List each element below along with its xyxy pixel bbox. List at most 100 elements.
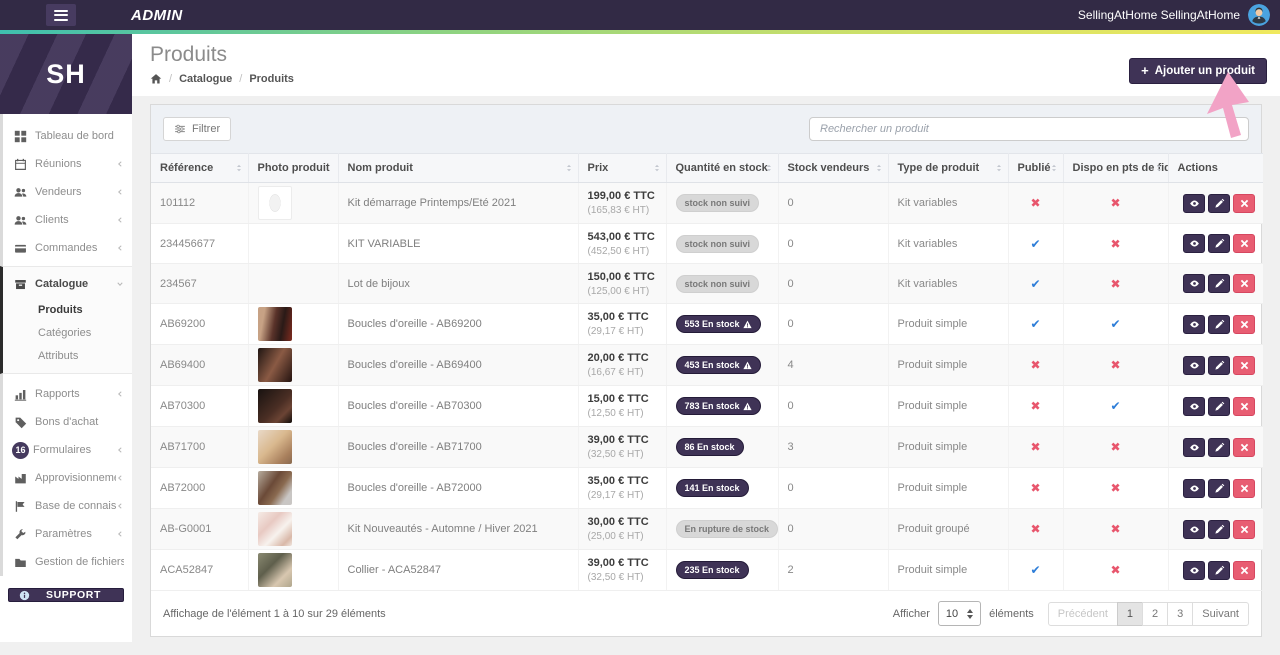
- cell-vendor-stock: 3: [778, 426, 889, 468]
- delete-button[interactable]: [1233, 193, 1255, 213]
- sort-icon: [564, 163, 574, 173]
- edit-button[interactable]: [1208, 396, 1230, 416]
- column-header-type-de-produit[interactable]: Type de produit: [888, 153, 1009, 183]
- pagination-next[interactable]: Suivant: [1192, 601, 1249, 626]
- column-header-nom-produit[interactable]: Nom produit: [338, 153, 579, 183]
- edit-button[interactable]: [1208, 314, 1230, 334]
- hamburger-menu-button[interactable]: [46, 4, 76, 26]
- sidebar-item-produits[interactable]: Produits: [3, 298, 132, 321]
- edit-button[interactable]: [1208, 355, 1230, 375]
- add-product-button[interactable]: + Ajouter un produit: [1129, 58, 1267, 84]
- sidebar-item-reunions[interactable]: Réunions: [3, 150, 132, 178]
- delete-button[interactable]: [1233, 314, 1255, 334]
- support-button[interactable]: SUPPORT: [8, 588, 124, 602]
- sidebar-item-approvisionnement[interactable]: Approvisionnement: [3, 464, 132, 492]
- cell-photo: [248, 344, 339, 386]
- delete-button[interactable]: [1233, 560, 1255, 580]
- view-button[interactable]: [1183, 437, 1205, 457]
- sidebar-item-base-de-connaissances[interactable]: Base de connaissances: [3, 492, 132, 520]
- delete-button[interactable]: [1233, 355, 1255, 375]
- sidebar-item-bons-d-achat[interactable]: Bons d'achat: [3, 408, 132, 436]
- sidebar-item-gestion-de-fichiers[interactable]: Gestion de fichiers: [3, 548, 132, 576]
- view-button[interactable]: [1183, 355, 1205, 375]
- delete-button[interactable]: [1233, 274, 1255, 293]
- cell-type: Produit simple: [888, 549, 1009, 591]
- sort-icon: [652, 163, 662, 173]
- view-button[interactable]: [1183, 193, 1205, 213]
- delete-button[interactable]: [1233, 437, 1255, 457]
- view-button[interactable]: [1183, 234, 1205, 253]
- edit-button[interactable]: [1208, 193, 1230, 213]
- chart-icon: [14, 388, 28, 401]
- pagination-page-3[interactable]: 3: [1167, 601, 1194, 626]
- filter-button[interactable]: Filtrer: [163, 117, 232, 141]
- product-photo: [257, 389, 292, 423]
- edit-button[interactable]: [1208, 519, 1230, 539]
- cell-price: 199,00 € TTC (165,83 € HT): [578, 182, 667, 224]
- view-button[interactable]: [1183, 560, 1205, 580]
- column-header-label: Nom produit: [347, 162, 413, 174]
- pagination-previous[interactable]: Précédent: [1047, 601, 1118, 626]
- topbar: ADMIN SellingAtHome SellingAtHome: [0, 0, 1280, 30]
- column-header-reference[interactable]: Référence: [151, 153, 249, 183]
- view-button[interactable]: [1183, 314, 1205, 334]
- view-button[interactable]: [1183, 519, 1205, 539]
- column-header-prix[interactable]: Prix: [578, 153, 667, 183]
- cell-vendor-stock: 0: [778, 182, 889, 224]
- cell-price: 543,00 € TTC (452,50 € HT): [578, 223, 667, 264]
- sidebar-item-vendeurs[interactable]: Vendeurs: [3, 178, 132, 206]
- stock-badge-label: 553 En stock: [684, 319, 740, 329]
- delete-button[interactable]: [1233, 478, 1255, 498]
- pagination-page-2[interactable]: 2: [1142, 601, 1169, 626]
- edit-button[interactable]: [1208, 274, 1230, 293]
- cell-price: 20,00 € TTC (16,67 € HT): [578, 344, 667, 386]
- column-header-dispo-en-pts-de-fid[interactable]: Dispo en pts de fid: [1063, 153, 1169, 183]
- show-label: Afficher: [892, 607, 930, 620]
- edit-button[interactable]: [1208, 234, 1230, 253]
- brand-logo[interactable]: SH: [0, 34, 132, 114]
- page-size-select[interactable]: 10: [937, 601, 982, 626]
- edit-button[interactable]: [1208, 560, 1230, 580]
- view-button[interactable]: [1183, 274, 1205, 293]
- sidebar-item-categories[interactable]: Catégories: [3, 321, 132, 344]
- sidebar-item-label: Rapports: [35, 388, 80, 400]
- price-ht: (125,00 € HT): [587, 285, 650, 297]
- cell-stock: 783 En stock: [666, 385, 779, 427]
- column-header-publie[interactable]: Publié: [1008, 153, 1064, 183]
- table-row: AB71700 Boucles d'oreille - AB71700 39,00 …: [151, 426, 1263, 468]
- cell-reference: AB69200: [151, 303, 249, 345]
- sliders-icon: [174, 123, 186, 135]
- column-header-label: Quantité en stock: [675, 162, 768, 174]
- sidebar-item-clients[interactable]: Clients: [3, 206, 132, 234]
- price-ht: (32,50 € HT): [587, 572, 644, 583]
- sidebar-item-formulaires[interactable]: 16 Formulaires: [3, 436, 132, 464]
- delete-button[interactable]: [1233, 519, 1255, 539]
- search-input[interactable]: [809, 117, 1249, 141]
- view-button[interactable]: [1183, 478, 1205, 498]
- edit-button[interactable]: [1208, 437, 1230, 457]
- column-header-quantite-en-stock[interactable]: Quantité en stock: [666, 153, 779, 183]
- delete-button[interactable]: [1233, 234, 1255, 253]
- pagination-page-1[interactable]: 1: [1116, 601, 1144, 626]
- sidebar-item-catalogue[interactable]: Catalogue: [3, 270, 132, 298]
- breadcrumb-catalogue[interactable]: Catalogue: [179, 73, 232, 85]
- cell-name: Kit Nouveautés - Automne / Hiver 2021: [338, 508, 579, 550]
- breadcrumb-produits[interactable]: Produits: [249, 73, 294, 85]
- price-ttc: 543,00 € TTC: [587, 230, 655, 243]
- cell-price: 150,00 € TTC (125,00 € HT): [578, 263, 667, 304]
- user-menu[interactable]: SellingAtHome SellingAtHome: [1078, 4, 1270, 26]
- home-icon[interactable]: [150, 73, 162, 85]
- view-button[interactable]: [1183, 396, 1205, 416]
- cell-published: ✔: [1008, 303, 1064, 345]
- sidebar-item-parametres[interactable]: Paramètres: [3, 520, 132, 548]
- price-ttc: 199,00 € TTC: [587, 190, 655, 202]
- column-header-stock-vendeurs[interactable]: Stock vendeurs: [778, 153, 889, 183]
- user-avatar-icon: [1248, 4, 1270, 26]
- delete-button[interactable]: [1233, 396, 1255, 416]
- sidebar-item-commandes[interactable]: Commandes: [3, 234, 132, 262]
- sidebar-item-attributs[interactable]: Attributs: [3, 344, 132, 367]
- product-photo: [257, 186, 292, 220]
- sidebar-item-tableau-de-bord[interactable]: Tableau de bord: [3, 122, 132, 150]
- edit-button[interactable]: [1208, 478, 1230, 498]
- sidebar-item-rapports[interactable]: Rapports: [3, 380, 132, 408]
